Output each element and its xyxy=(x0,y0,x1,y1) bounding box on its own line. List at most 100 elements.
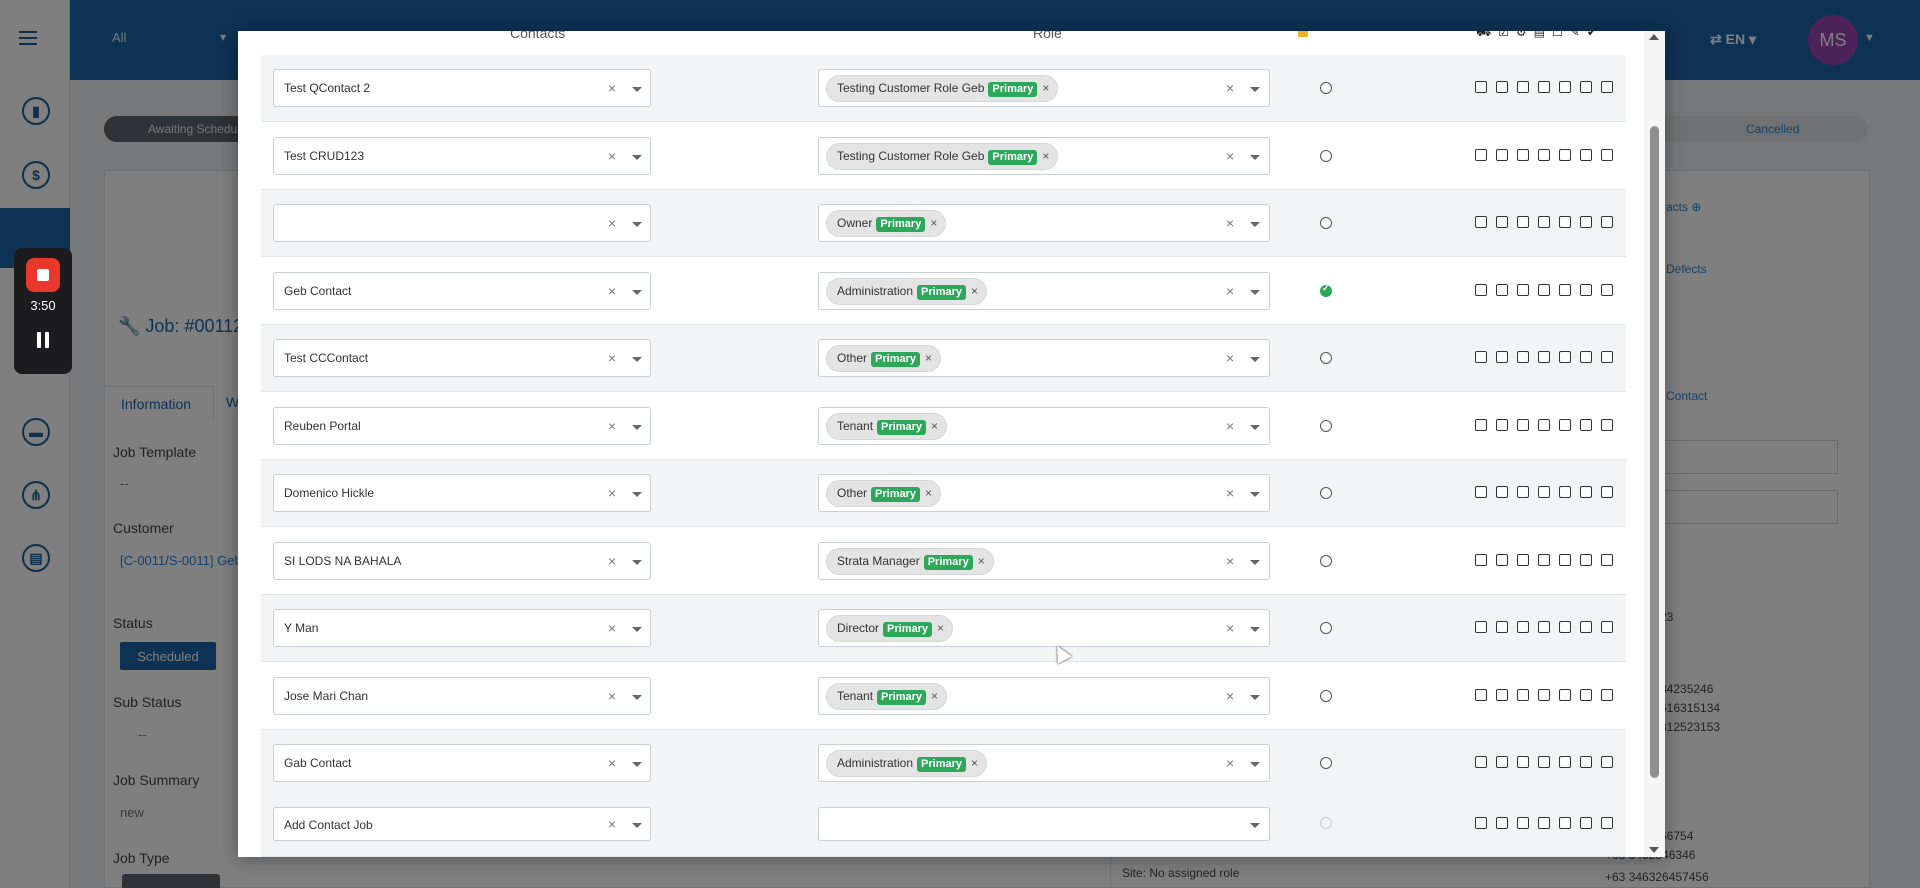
close-icon[interactable]: × xyxy=(608,755,616,771)
close-icon[interactable]: × xyxy=(1226,148,1234,164)
permission-checkbox[interactable] xyxy=(1475,216,1487,228)
remove-role-icon[interactable]: × xyxy=(937,621,944,635)
permission-checkbox[interactable] xyxy=(1601,216,1613,228)
permission-checkbox[interactable] xyxy=(1475,621,1487,633)
close-icon[interactable]: × xyxy=(608,350,616,366)
contact-select[interactable]: Test CCContact × xyxy=(273,339,651,377)
permission-checkbox[interactable] xyxy=(1496,554,1508,566)
chevron-down-icon[interactable] xyxy=(1250,357,1260,362)
permission-checkbox[interactable] xyxy=(1559,486,1571,498)
permission-checkbox[interactable] xyxy=(1517,689,1529,701)
permission-checkbox[interactable] xyxy=(1601,419,1613,431)
chevron-down-icon[interactable] xyxy=(632,823,642,828)
permission-checkbox[interactable] xyxy=(1601,817,1613,829)
permission-checkbox[interactable] xyxy=(1559,554,1571,566)
add-role-select[interactable] xyxy=(818,807,1270,841)
add-contact-select[interactable]: Add Contact Job × xyxy=(273,807,651,841)
permission-checkbox[interactable] xyxy=(1475,817,1487,829)
close-icon[interactable]: × xyxy=(608,553,616,569)
close-icon[interactable]: × xyxy=(1226,620,1234,636)
permission-checkbox[interactable] xyxy=(1580,486,1592,498)
permission-checkbox[interactable] xyxy=(1496,419,1508,431)
permission-checkbox[interactable] xyxy=(1496,621,1508,633)
permission-checkbox[interactable] xyxy=(1538,817,1550,829)
chevron-down-icon[interactable] xyxy=(632,155,642,160)
chevron-down-icon[interactable] xyxy=(1250,627,1260,632)
chevron-down-icon[interactable] xyxy=(632,357,642,362)
chevron-down-icon[interactable] xyxy=(1250,695,1260,700)
primary-radio[interactable] xyxy=(1320,420,1332,432)
role-select[interactable]: Administration Primary × × xyxy=(818,272,1270,310)
remove-role-icon[interactable]: × xyxy=(930,216,937,230)
chevron-down-icon[interactable] xyxy=(1250,823,1260,828)
scrollbar-thumb[interactable] xyxy=(1650,126,1659,778)
close-icon[interactable]: × xyxy=(1226,215,1234,231)
primary-radio[interactable] xyxy=(1320,690,1332,702)
permission-checkbox[interactable] xyxy=(1580,817,1592,829)
chevron-down-icon[interactable] xyxy=(632,425,642,430)
chevron-down-icon[interactable] xyxy=(632,290,642,295)
permission-checkbox[interactable] xyxy=(1475,554,1487,566)
chevron-down-icon[interactable] xyxy=(632,87,642,92)
permission-checkbox[interactable] xyxy=(1517,216,1529,228)
permission-checkbox[interactable] xyxy=(1496,689,1508,701)
role-select[interactable]: Strata Manager Primary × × xyxy=(818,542,1270,580)
permission-checkbox[interactable] xyxy=(1475,149,1487,161)
primary-radio[interactable] xyxy=(1320,150,1332,162)
permission-checkbox[interactable] xyxy=(1601,554,1613,566)
permission-checkbox[interactable] xyxy=(1559,216,1571,228)
contact-select[interactable]: Jose Mari Chan × xyxy=(273,677,651,715)
close-icon[interactable]: × xyxy=(1226,553,1234,569)
close-icon[interactable]: × xyxy=(1226,688,1234,704)
permission-checkbox[interactable] xyxy=(1580,554,1592,566)
permission-checkbox[interactable] xyxy=(1580,284,1592,296)
permission-checkbox[interactable] xyxy=(1475,756,1487,768)
permission-checkbox[interactable] xyxy=(1580,689,1592,701)
modal-scrollbar[interactable] xyxy=(1644,31,1665,857)
chevron-down-icon[interactable] xyxy=(632,762,642,767)
close-icon[interactable]: × xyxy=(1226,350,1234,366)
permission-checkbox[interactable] xyxy=(1538,419,1550,431)
chevron-down-icon[interactable] xyxy=(632,695,642,700)
permission-checkbox[interactable] xyxy=(1559,756,1571,768)
scroll-up-icon[interactable] xyxy=(1649,34,1659,40)
permission-checkbox[interactable] xyxy=(1559,419,1571,431)
primary-radio[interactable] xyxy=(1320,817,1332,829)
permission-checkbox[interactable] xyxy=(1559,284,1571,296)
permission-checkbox[interactable] xyxy=(1538,486,1550,498)
primary-radio[interactable] xyxy=(1320,757,1332,769)
contact-select[interactable]: × xyxy=(273,204,651,242)
permission-checkbox[interactable] xyxy=(1559,689,1571,701)
role-select[interactable]: Other Primary × × xyxy=(818,474,1270,512)
permission-checkbox[interactable] xyxy=(1517,486,1529,498)
permission-checkbox[interactable] xyxy=(1538,216,1550,228)
chevron-down-icon[interactable] xyxy=(1250,560,1260,565)
role-select[interactable]: Owner Primary × × xyxy=(818,204,1270,242)
contact-select[interactable]: Geb Contact × xyxy=(273,272,651,310)
close-icon[interactable]: × xyxy=(608,80,616,96)
stop-recording-button[interactable] xyxy=(26,258,60,292)
close-icon[interactable]: × xyxy=(1226,755,1234,771)
permission-checkbox[interactable] xyxy=(1538,689,1550,701)
contact-select[interactable]: Domenico Hickle × xyxy=(273,474,651,512)
permission-checkbox[interactable] xyxy=(1580,419,1592,431)
permission-checkbox[interactable] xyxy=(1496,284,1508,296)
role-select[interactable]: Administration Primary × × xyxy=(818,744,1270,782)
close-icon[interactable]: × xyxy=(608,485,616,501)
permission-checkbox[interactable] xyxy=(1517,554,1529,566)
remove-role-icon[interactable]: × xyxy=(971,756,978,770)
close-icon[interactable]: × xyxy=(608,688,616,704)
primary-radio[interactable] xyxy=(1320,555,1332,567)
chevron-down-icon[interactable] xyxy=(1250,222,1260,227)
permission-checkbox[interactable] xyxy=(1517,419,1529,431)
permission-checkbox[interactable] xyxy=(1517,621,1529,633)
permission-checkbox[interactable] xyxy=(1496,216,1508,228)
permission-checkbox[interactable] xyxy=(1601,284,1613,296)
permission-checkbox[interactable] xyxy=(1475,351,1487,363)
permission-checkbox[interactable] xyxy=(1601,81,1613,93)
permission-checkbox[interactable] xyxy=(1580,149,1592,161)
permission-checkbox[interactable] xyxy=(1601,486,1613,498)
contact-select[interactable]: Test CRUD123 × xyxy=(273,137,651,175)
close-icon[interactable]: × xyxy=(1226,418,1234,434)
permission-checkbox[interactable] xyxy=(1538,284,1550,296)
